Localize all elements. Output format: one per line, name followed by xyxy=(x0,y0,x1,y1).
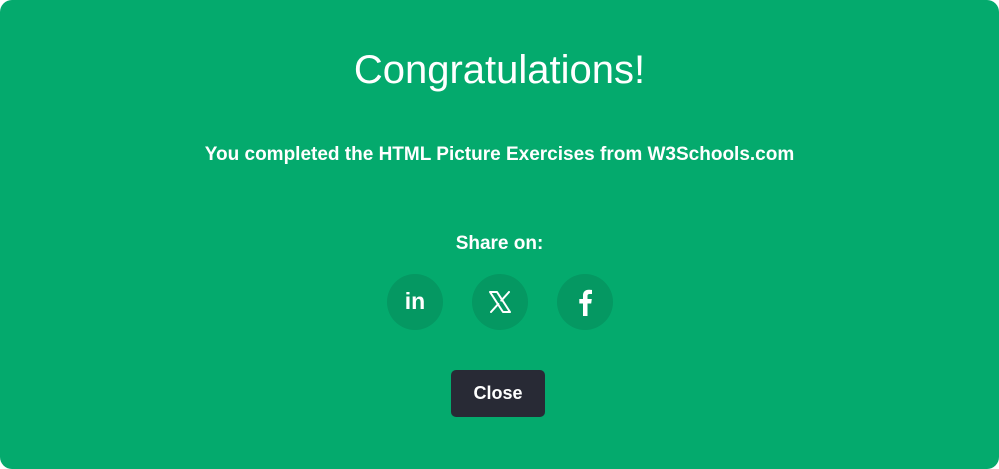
share-facebook-button[interactable] xyxy=(556,274,613,330)
close-button[interactable]: Close xyxy=(451,370,545,417)
x-icon xyxy=(488,291,511,313)
share-x-button[interactable] xyxy=(471,274,528,330)
facebook-icon xyxy=(578,289,592,316)
share-linkedin-button[interactable]: in xyxy=(386,274,443,330)
linkedin-icon: in xyxy=(404,290,424,314)
completion-message: You completed the HTML Picture Exercises… xyxy=(204,144,795,165)
svg-text:in: in xyxy=(404,290,424,314)
share-label: Share on: xyxy=(455,233,544,254)
modal-title: Congratulations! xyxy=(353,48,646,92)
congratulations-modal: Congratulations! You completed the HTML … xyxy=(0,0,999,469)
share-buttons: in xyxy=(0,274,999,330)
